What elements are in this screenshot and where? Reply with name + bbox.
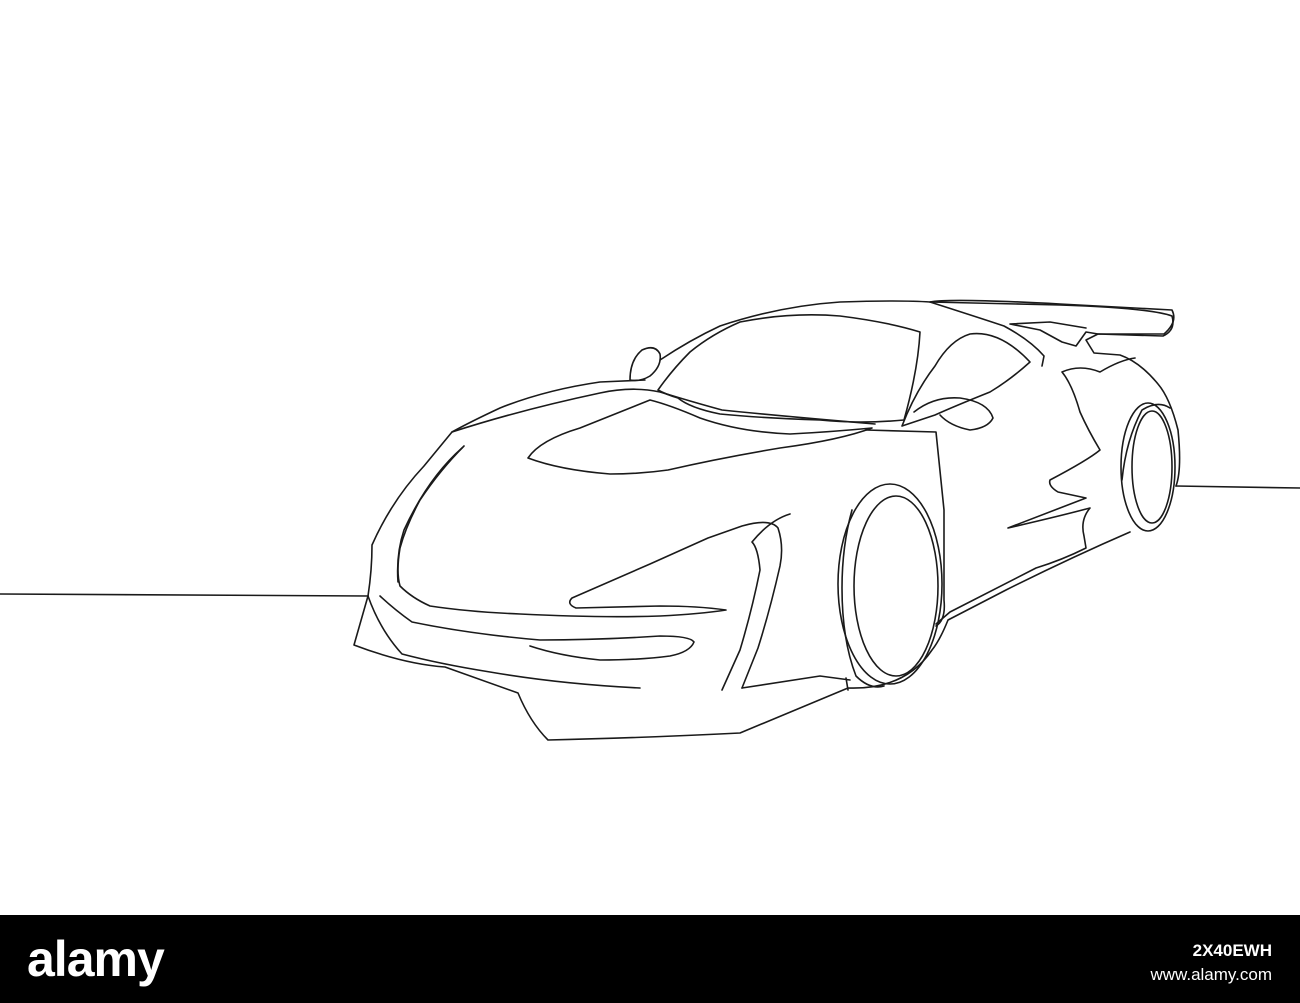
car-side-window xyxy=(901,332,1031,427)
image-canvas: alamy 2X40EWH www.alamy.com xyxy=(0,0,1300,1003)
car-line-drawing xyxy=(0,299,1300,741)
car-mirror-left xyxy=(629,346,662,382)
car-rear-wheel-arch xyxy=(1121,403,1171,481)
car-fender-line xyxy=(741,675,851,691)
ground-line-right xyxy=(1175,485,1300,489)
car-hood-scoop xyxy=(527,399,873,475)
image-id-label: 2X40EWH xyxy=(1192,941,1272,960)
car-front-fascia xyxy=(367,379,646,597)
watermark-footer: alamy 2X40EWH www.alamy.com xyxy=(0,915,1300,1003)
site-url-label: www.alamy.com xyxy=(1150,965,1272,984)
car-headlight xyxy=(397,445,783,689)
car-mirror-right xyxy=(913,396,994,431)
car-front-splitter xyxy=(367,595,641,689)
car-hood-line xyxy=(451,388,876,433)
car-front-wheel-rim xyxy=(841,509,885,688)
alamy-logo: alamy xyxy=(27,931,165,987)
car-front-wheel-inner xyxy=(853,495,939,677)
car-body-outline xyxy=(353,301,1181,741)
car-rear-wheel-outer xyxy=(1120,402,1176,532)
car-rear-wheel-inner xyxy=(1131,410,1173,524)
car-side-vent xyxy=(721,513,791,691)
car-headlight-inner xyxy=(396,447,463,583)
car-windshield xyxy=(657,314,921,423)
ground-line-left xyxy=(0,593,369,597)
car-rear-wing xyxy=(929,299,1175,347)
car-side-sill xyxy=(935,357,1136,625)
